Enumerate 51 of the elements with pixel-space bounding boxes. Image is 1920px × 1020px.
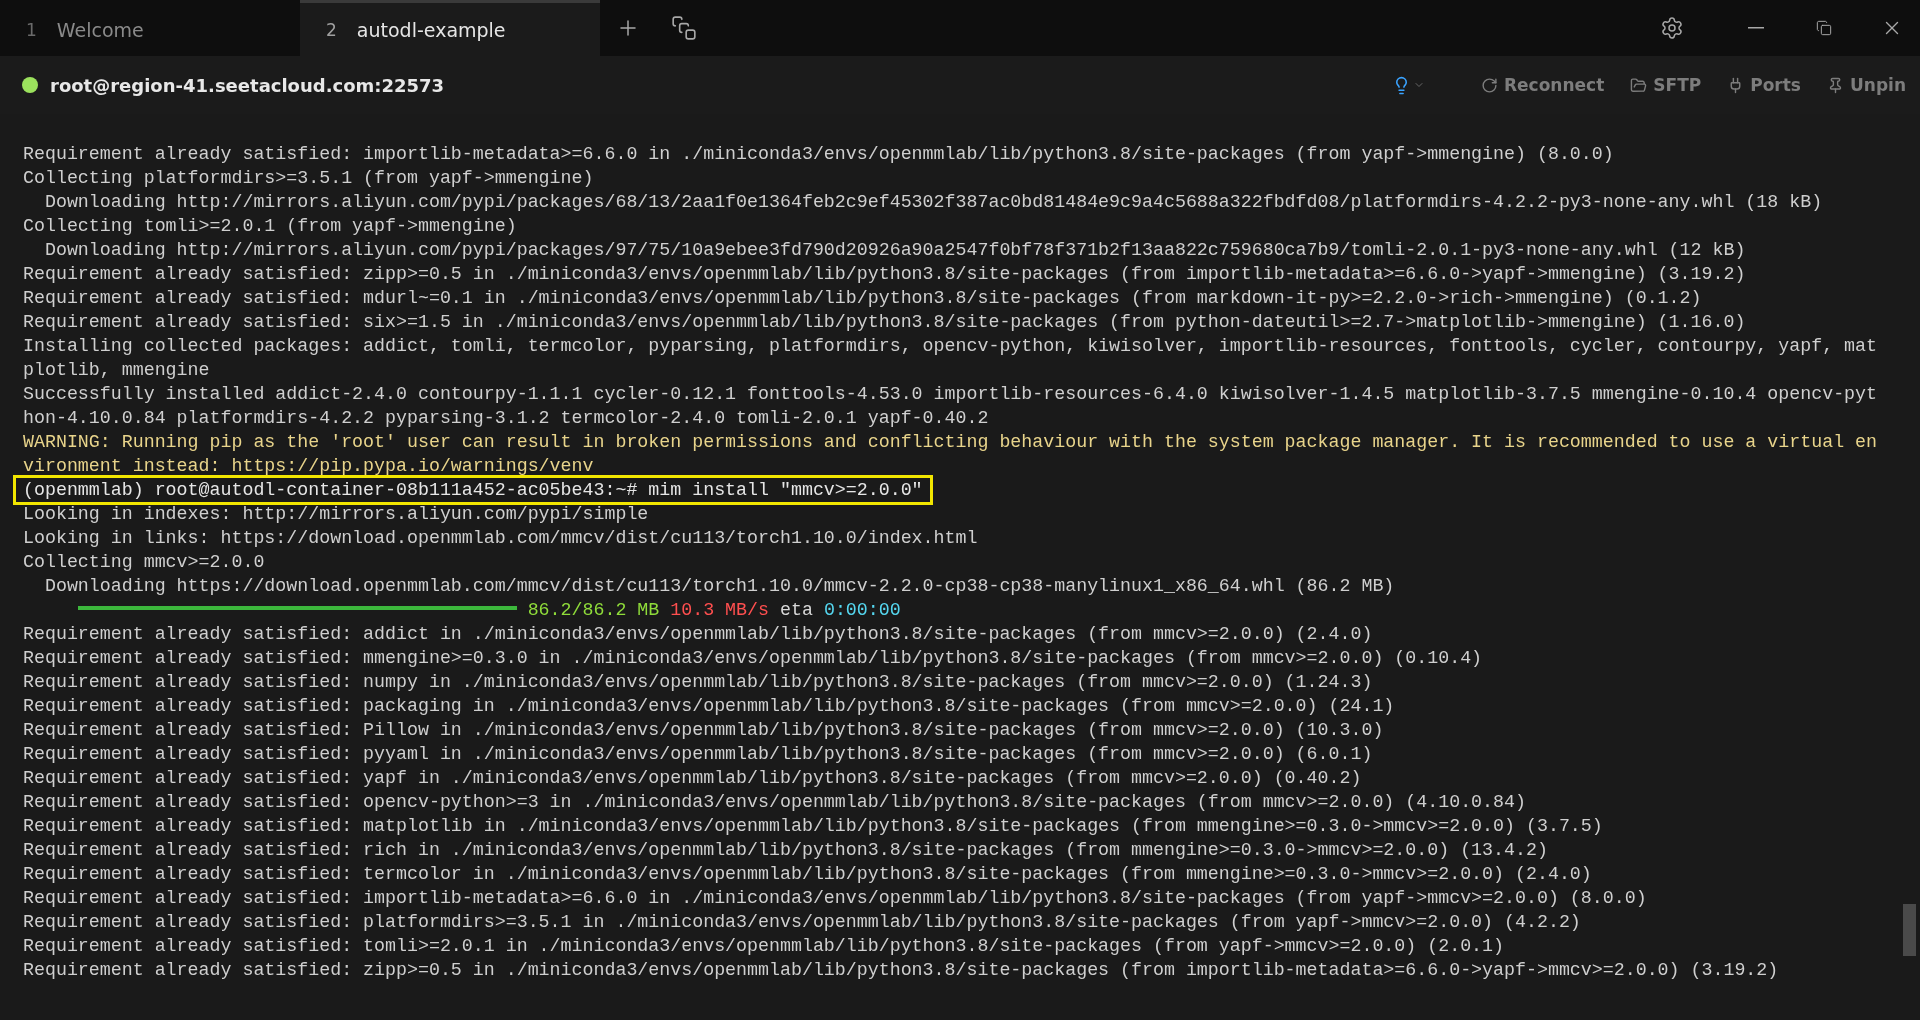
warning-line: vironment instead: https://pip.pypa.io/warnings/venv (23, 455, 595, 478)
output-line: Requirement already satisfied: platformdirs>=3.5.1 in ./miniconda3/envs/openmmlab/lib/python3.8/site-packages (from yapf->mmcv>=2.0.0) (4.2.2) (23, 911, 1582, 934)
output-line: Downloading http://mirrors.aliyun.com/pypi/packages/97/75/10a9ebee3fd790d20926a90a2547f0bf78f371b2f13aa822c759680ca7b9/tomli-2.0.1-py3-none-any.whl (12 kB) (43, 239, 1747, 262)
settings-icon (1660, 16, 1684, 40)
output-line: Collecting tomli>=2.0.1 (from yapf->mmengine) (23, 215, 518, 238)
download-speed: 10.3 MB/s (670, 600, 769, 620)
output-line: Looking in links: https://download.openmmlab.com/mmcv/dist/cu113/torch1.10.0/index.html (23, 527, 979, 550)
output-line: Requirement already satisfied: termcolor in ./miniconda3/envs/openmmlab/lib/python3.8/site-packages (from mmengine>=0.3.0->mmcv>=2.0.0) (2.4.0) (23, 863, 1593, 886)
pin-icon (1827, 76, 1844, 94)
refresh-icon (1480, 76, 1498, 94)
reconnect-button[interactable]: Reconnect (1480, 75, 1605, 95)
download-size: 86.2/86.2 MB (527, 600, 660, 620)
output-line: Requirement already satisfied: rich in ./miniconda3/envs/openmmlab/lib/python3.8/site-packages (from mmengine>=0.3.0->mmcv>=2.0.0) (13.4.2) (23, 839, 1549, 862)
output-line: Requirement already satisfied: matplotlib in ./miniconda3/envs/openmmlab/lib/python3.8/site-packages (from mmengine>=0.3.0->mmcv>=2.0.0) (3.7.5) (23, 815, 1604, 838)
output-line: Requirement already satisfied: zipp>=0.5 in ./miniconda3/envs/openmmlab/lib/python3.8/site-packages (from importlib-metadata>=6.6.0->yapf->mmengine) (3.19.2) (23, 263, 1747, 286)
output-line: Looking in indexes: http://mirrors.aliyun.com/pypi/simple (23, 503, 650, 526)
output-line: Downloading https://download.openmmlab.com/mmcv/dist/cu113/torch1.10.0/mmcv-2.2.0-cp38-cp38-manylinux1_x86_64.whl (86.2 MB) (43, 575, 1396, 598)
output-line: Requirement already satisfied: six>=1.5 in ./miniconda3/envs/openmmlab/lib/python3.8/site-packages (from python-dateutil>=2.7->matplotlib->mmengine) (1.16.0) (23, 311, 1747, 334)
minimize-icon (1748, 27, 1764, 29)
output-line: hon-4.10.0.84 platformdirs-4.2.2 pyparsing-3.1.2 termcolor-2.4.0 tomli-2.0.1 yapf-0.40.2 (23, 407, 990, 430)
output-line: Requirement already satisfied: mmengine>=0.3.0 in ./miniconda3/envs/openmmlab/lib/python3.8/site-packages (from mmcv>=2.0.0) (0.10.4) (23, 647, 1484, 670)
stacked-windows-icon (671, 15, 697, 41)
output-line: Requirement already satisfied: pyyaml in ./miniconda3/envs/openmmlab/lib/python3.8/site-packages (from mmcv>=2.0.0) (6.0.1) (23, 743, 1374, 766)
restore-icon (1816, 20, 1832, 36)
output-line: Requirement already satisfied: importlib-metadata>=6.6.0 in ./miniconda3/envs/openmmlab/lib/python3.8/site-packages (from yapf->mmcv>=2.0.0) (8.0.0) (23, 887, 1648, 910)
output-line: Requirement already satisfied: addict in ./miniconda3/envs/openmmlab/lib/python3.8/site-packages (from mmcv>=2.0.0) (2.4.0) (23, 623, 1374, 646)
output-line: Requirement already satisfied: opencv-python>=3 in ./miniconda3/envs/openmmlab/lib/python3.8/site-packages (from mmcv>=2.0.0) (4.10.0.84) (23, 791, 1527, 814)
output-line: Requirement already satisfied: zipp>=0.5 in ./miniconda3/envs/openmmlab/lib/python3.8/site-packages (from importlib-metadata>=6.6.0->yapf->mmcv>=2.0.0) (3.19.2) (23, 959, 1780, 982)
output-line: Requirement already satisfied: tomli>=2.0.1 in ./miniconda3/envs/openmmlab/lib/python3.8/site-packages (from yapf->mmcv>=2.0.0) (2.0.1) (23, 935, 1506, 958)
output-line: Successfully installed addict-2.4.0 contourpy-1.1.1 cycler-0.12.1 fonttools-4.53.0 importlib-resources-6.4.0 kiwisolver-1.4.5 matplotlib-3.7.5 mmengine-0.10.4 opencv-pyt (23, 383, 1879, 406)
eta-label: eta (780, 600, 813, 620)
output-line: Collecting mmcv>=2.0.0 (23, 551, 266, 574)
folder-icon (1630, 76, 1648, 94)
scrollbar-thumb[interactable] (1902, 904, 1916, 956)
output-line: Requirement already satisfied: numpy in ./miniconda3/envs/openmmlab/lib/python3.8/site-packages (from mmcv>=2.0.0) (1.24.3) (23, 671, 1374, 694)
sftp-button[interactable]: SFTP (1630, 75, 1702, 95)
host-address: root@region-41.seetacloud.com:22573 (50, 74, 445, 96)
unpin-button[interactable]: Unpin (1827, 75, 1906, 95)
output-line: Requirement already satisfied: mdurl~=0.1 in ./miniconda3/envs/openmmlab/lib/python3.8/site-packages (from markdown-it-py>=2.2.0->rich->mmengine) (0.1.2) (23, 287, 1703, 310)
output-line: Requirement already satisfied: importlib-metadata>=6.6.0 in ./miniconda3/envs/openmmlab/lib/python3.8/site-packages (from yapf->mmengine) (8.0.0) (23, 143, 1615, 166)
eta-time: 0:00:00 (823, 600, 901, 620)
terminal-tab[interactable]: 2 autodl-example (300, 0, 600, 56)
output-line: Requirement already satisfied: packaging in ./miniconda3/envs/openmmlab/lib/python3.8/site-packages (from mmcv>=2.0.0) (24.1) (23, 695, 1396, 718)
warning-line: WARNING: Running pip as the 'root' user can result in broken permissions and conflicting behaviour with the system package manager. It is recommended to use a virtual en (23, 431, 1879, 454)
output-line: plotlib, mmengine (23, 359, 211, 382)
ports-button[interactable]: Ports (1727, 75, 1801, 95)
output-line: Collecting platformdirs>=3.5.1 (from yapf->mmengine) (23, 167, 595, 190)
output-line: Requirement already satisfied: Pillow in ./miniconda3/envs/openmmlab/lib/python3.8/site-packages (from mmcv>=2.0.0) (10.3.0) (23, 719, 1385, 742)
output-line: Downloading http://mirrors.aliyun.com/pypi/packages/68/13/2aa1f0e1364feb2c9ef45302f387ac0bd81484e9c9a4c5688a322fbdfd08/platformdirs-4.2.2-py3-none-any.whl (18 kB) (43, 191, 1824, 214)
output-line: Installing collected packages: addict, tomli, termcolor, pyparsing, platformdirs, opencv-python, kiwisolver, importlib-resources, fonttools, cycler, contourpy, yapf, mat (23, 335, 1879, 358)
output-line: Requirement already satisfied: yapf in ./miniconda3/envs/openmmlab/lib/python3.8/site-packages (from mmcv>=2.0.0) (0.40.2) (23, 767, 1363, 790)
